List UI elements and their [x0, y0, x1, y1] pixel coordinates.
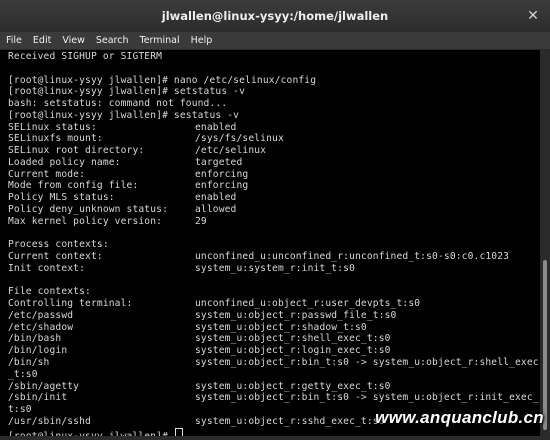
terminal-line: Current mode: enforcing — [8, 168, 248, 181]
terminal-line-value: enabled — [195, 121, 237, 133]
terminal-line: _t:s0 — [8, 369, 38, 381]
terminal-line-label: SELinuxfs mount: — [8, 133, 103, 145]
terminal-line: t:s0 — [8, 404, 32, 416]
terminal-line: SELinux status: enabled — [8, 121, 236, 134]
menu-view[interactable]: View — [56, 35, 90, 46]
terminal-line: /bin/bash system_u:object_r:shell_exec_t:… — [8, 333, 390, 345]
terminal-line: File contexts: — [8, 286, 91, 298]
terminal-line-value: system_u:object_r:bin_t:s0 -> system_u:o… — [195, 357, 539, 369]
terminal-line-label: Policy MLS status: — [8, 192, 115, 204]
terminal-line-label: /usr/sbin/sshd — [8, 415, 91, 427]
terminal-line-value: system_u:object_r:shadow_t:s0 — [195, 321, 367, 333]
terminal-line: Policy deny_unknown status: allowed — [8, 204, 236, 216]
terminal-line: bash: setstatus: command not found... — [8, 98, 227, 110]
terminal-line: /bin/login system_u:object_r:login_exec_t… — [8, 345, 390, 357]
terminal-line-label: File contexts: — [8, 286, 91, 298]
terminal-line-value: system_u:object_r:login_exec_t:s0 — [195, 345, 391, 357]
terminal-line-label: Current context: — [8, 251, 103, 263]
terminal-line-value: 29 — [195, 215, 207, 227]
terminal-line-value: /etc/selinux — [195, 145, 267, 157]
terminal-line: Max kernel policy version: 29 — [8, 215, 207, 228]
menu-bar: File Edit View Search Terminal Help — [0, 32, 550, 50]
terminal-line: SELinux root directory: /etc/selinux — [8, 145, 266, 157]
terminal-line-value: system_u:system_r:init_t:s0 — [195, 262, 355, 274]
terminal-line: Loaded policy name: targeted — [8, 156, 242, 169]
terminal-line: /etc/passwd system_u:object_r:passwd_file… — [8, 309, 396, 322]
terminal-line: /sbin/init system_u:object_r:bin_t:s0 -> … — [8, 392, 539, 404]
watermark: www.anquanclub.cn — [375, 408, 544, 427]
terminal-line-value: targeted — [195, 156, 243, 168]
terminal-line: [root@linux-ysyy jlwallen]# sestatus -v — [8, 110, 239, 122]
terminal-line-label: /sbin/agetty — [8, 380, 80, 392]
title-bar[interactable]: jlwallen@linux-ysyy:/home/jlwallen ✕ — [0, 0, 550, 33]
terminal-line-value: system_u:object_r:shell_exec_t:s0 — [195, 333, 391, 345]
window-title: jlwallen@linux-ysyy:/home/jlwallen — [161, 9, 389, 23]
window-bottom-edge — [0, 436, 550, 440]
terminal-line-label: [root@linux-ysyy jlwallen]# nano /etc/se… — [8, 74, 317, 86]
terminal-line-label: Mode from config file: — [8, 180, 139, 192]
terminal-line-value: system_u:object_r:getty_exec_t:s0 — [195, 380, 391, 392]
terminal-line-label: Received SIGHUP or SIGTERM — [8, 51, 163, 62]
terminal-line-label: Controlling terminal: — [8, 298, 133, 310]
terminal-line: Current context: unconfined_u:unconfined_… — [8, 251, 509, 263]
terminal-window: jlwallen@linux-ysyy:/home/jlwallen ✕ Fil… — [0, 0, 550, 440]
terminal-line: Controlling terminal: unconfined_u:object… — [8, 298, 420, 310]
terminal-line: /bin/sh system_u:object_r:bin_t:s0 -> sys… — [8, 357, 539, 369]
terminal-line-label: bash: setstatus: command not found... — [8, 98, 228, 110]
terminal-line: [root@linux-ysyy jlwallen]# nano /etc/se… — [8, 75, 316, 87]
terminal-line: /usr/sbin/sshd system_u:object_r:sshd_exe… — [8, 415, 384, 428]
terminal-line-label: _t:s0 — [8, 368, 38, 380]
terminal-line-label: SELinux root directory: — [8, 145, 145, 157]
terminal-line-label: /etc/passwd — [8, 309, 74, 321]
menu-file[interactable]: File — [0, 35, 27, 46]
terminal-line: Policy MLS status: enabled — [8, 192, 236, 204]
terminal-line-label: Max kernel policy version: — [8, 215, 163, 227]
terminal-line-label: SELinux status: — [8, 121, 97, 133]
terminal-line-label: [root@linux-ysyy jlwallen]# sestatus -v — [8, 109, 240, 121]
terminal-line-label: /bin/login — [8, 345, 68, 357]
terminal-line-label: [root@linux-ysyy jlwallen]# setstatus -v — [8, 86, 246, 98]
terminal-line-value: system_u:object_r:bin_t:s0 -> system_u:o… — [195, 392, 539, 404]
terminal-line: Init context: system_u:system_r:init_t:s0 — [8, 262, 355, 275]
terminal-line: Received SIGHUP or SIGTERM — [8, 51, 162, 63]
menu-help[interactable]: Help — [185, 35, 218, 46]
terminal-line-label: Process contexts: — [8, 239, 109, 251]
terminal-line-value: enforcing — [195, 180, 249, 192]
terminal-line-value: system_u:object_r:passwd_file_t:s0 — [195, 309, 397, 321]
close-icon[interactable]: ✕ — [526, 9, 540, 23]
terminal-line-label: /sbin/init — [8, 392, 68, 404]
menu-edit[interactable]: Edit — [27, 35, 56, 46]
terminal-line: /etc/shadow system_u:object_r:shadow_t:s0 — [8, 321, 367, 334]
terminal-line-label: Loaded policy name: — [8, 156, 121, 168]
scrollbar-thumb[interactable] — [543, 260, 547, 430]
menu-terminal[interactable]: Terminal — [134, 35, 185, 46]
terminal-line-value: /sys/fs/selinux — [195, 133, 284, 145]
terminal-line-label: /bin/sh — [8, 357, 50, 369]
terminal-line: SELinuxfs mount: /sys/fs/selinux — [8, 133, 284, 145]
terminal-line-value: unconfined_u:unconfined_r:unconfined_t:s… — [195, 251, 510, 263]
terminal-line-value: system_u:object_r:sshd_exec_t:s0 — [195, 415, 385, 427]
terminal-line-label: Current mode: — [8, 168, 86, 180]
terminal-line-label: /bin/bash — [8, 333, 62, 345]
terminal-output[interactable]: Received SIGHUP or SIGTERM [root@linux-ys… — [0, 50, 540, 440]
terminal-line-label: Init context: — [8, 262, 86, 274]
terminal-line-value: allowed — [195, 204, 237, 215]
terminal-line: Mode from config file: enforcing — [8, 180, 248, 192]
terminal-line-value: unconfined_u:object_r:user_devpts_t:s0 — [195, 298, 421, 310]
terminal-line: /sbin/agetty system_u:object_r:getty_exec… — [8, 380, 390, 393]
terminal-line: Process contexts: — [8, 239, 109, 251]
terminal-line-label: Policy deny_unknown status: — [8, 204, 168, 215]
menu-search[interactable]: Search — [90, 35, 134, 46]
terminal-line-label: t:s0 — [8, 404, 32, 416]
terminal-line-value: enabled — [195, 192, 237, 204]
terminal-line: [root@linux-ysyy jlwallen]# setstatus -v — [8, 86, 245, 98]
scrollbar[interactable] — [540, 50, 550, 436]
terminal-line-value: enforcing — [195, 168, 249, 180]
terminal-line-label: /etc/shadow — [8, 321, 74, 333]
